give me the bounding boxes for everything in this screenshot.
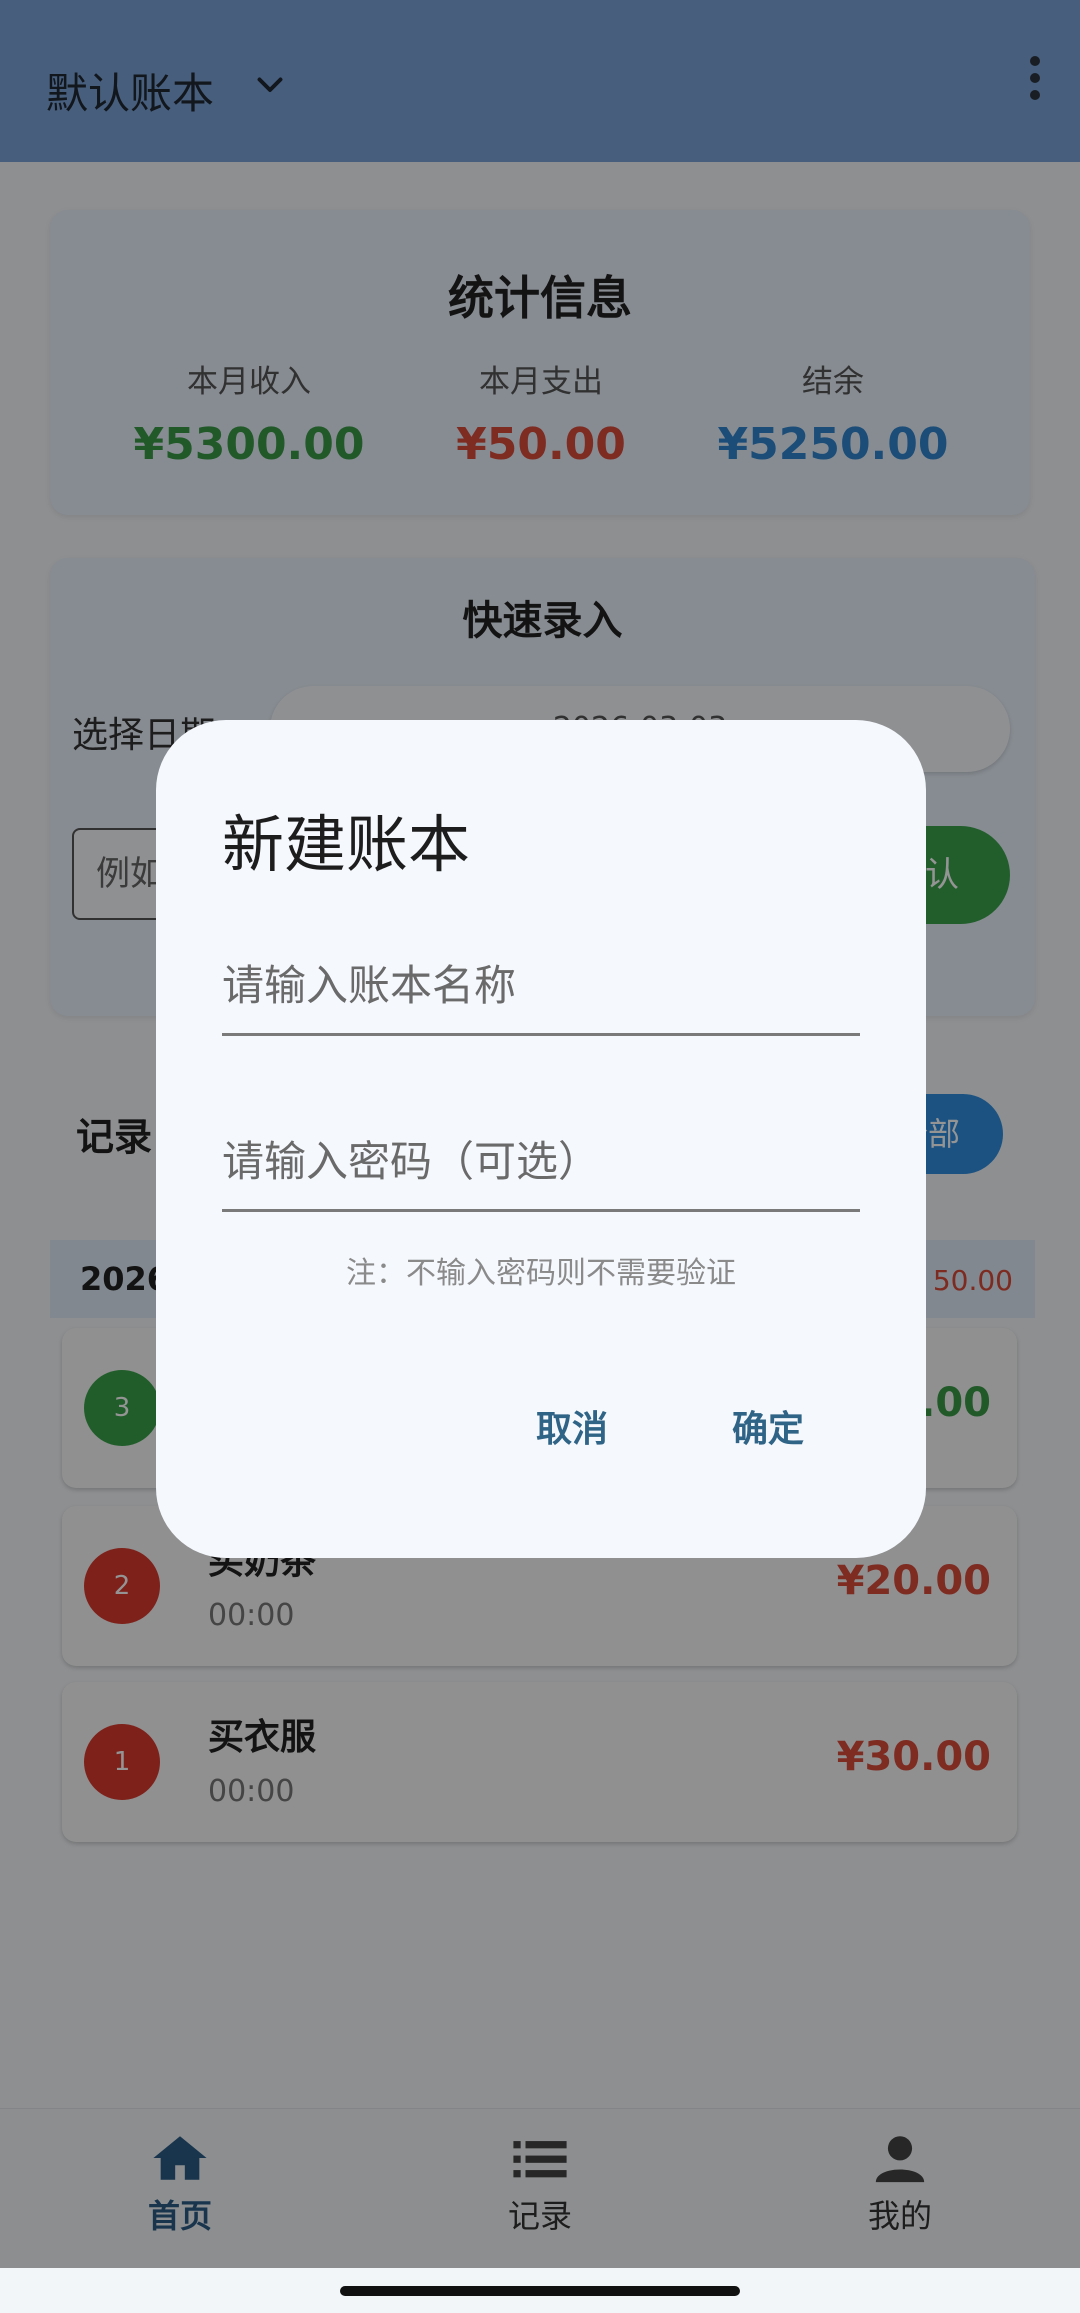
dialog-title: 新建账本 (222, 808, 471, 881)
cancel-button[interactable]: 取消 (536, 1400, 608, 1452)
password-input[interactable]: 请输入密码（可选） (222, 1112, 860, 1212)
ledger-name-input[interactable]: 请输入账本名称 (222, 936, 860, 1036)
password-note: 注：不输入密码则不需要验证 (346, 1256, 736, 1291)
new-ledger-dialog: 新建账本 请输入账本名称 请输入密码（可选） 注：不输入密码则不需要验证 取消 … (156, 720, 926, 1558)
home-indicator[interactable] (340, 2286, 740, 2296)
ok-button[interactable]: 确定 (732, 1400, 804, 1452)
